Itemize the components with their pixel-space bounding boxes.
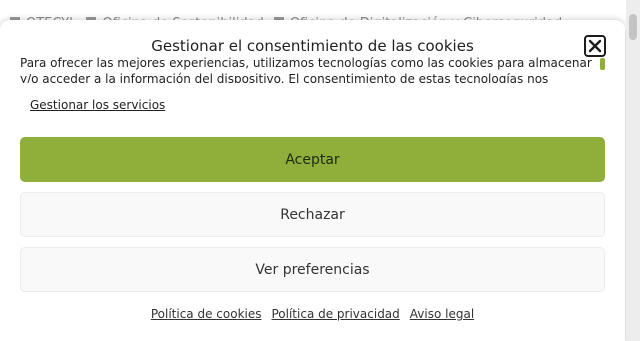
legal-notice-link[interactable]: Aviso legal [410,307,474,321]
scrollbar-thumb[interactable] [629,14,637,40]
view-preferences-button[interactable]: Ver preferencias [20,247,605,292]
close-button[interactable] [584,35,606,57]
cookie-consent-dialog: Gestionar el consentimiento de las cooki… [0,20,625,341]
message-scrollbar[interactable] [600,58,605,70]
privacy-policy-link[interactable]: Política de privacidad [271,307,399,321]
reject-button[interactable]: Rechazar [20,192,605,237]
cookie-policy-link[interactable]: Política de cookies [151,307,262,321]
dialog-title: Gestionar el consentimiento de las cooki… [151,37,474,55]
page-scrollbar[interactable] [626,0,640,341]
close-icon [588,39,602,53]
consent-message: Para ofrecer las mejores experiencias, u… [20,56,592,83]
manage-services-link[interactable]: Gestionar los servicios [30,98,165,112]
footer-links: Política de cookies Política de privacid… [0,307,625,321]
accept-button[interactable]: Aceptar [20,137,605,182]
